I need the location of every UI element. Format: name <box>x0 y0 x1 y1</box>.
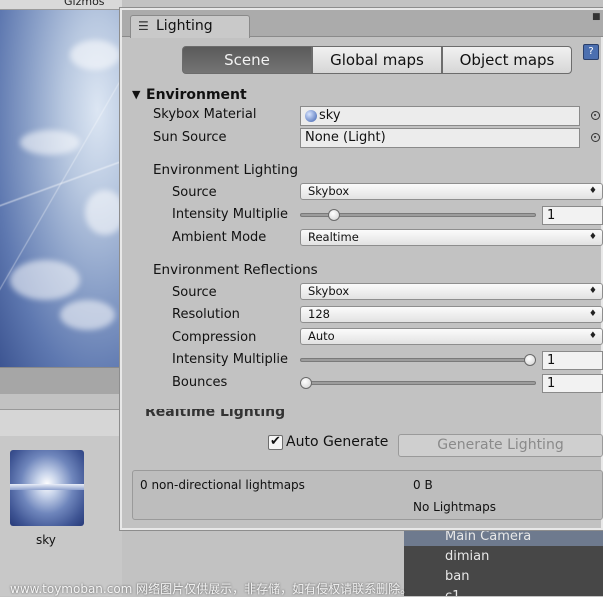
lightmap-size-text: 0 B <box>413 478 433 492</box>
scene-view[interactable] <box>0 0 122 367</box>
auto-generate-label: Auto Generate <box>286 434 389 450</box>
hierarchy-item-main-camera[interactable]: Main Camera <box>445 529 531 544</box>
bounces-label: Bounces <box>172 375 228 390</box>
lighting-tab-icon: ☰ <box>138 19 149 33</box>
hierarchy-item-dimian[interactable]: dimian <box>445 549 489 564</box>
object-picker-icon[interactable] <box>591 111 600 120</box>
environment-reflections-header: Environment Reflections <box>153 262 318 278</box>
asset-label: sky <box>36 533 56 547</box>
lightmap-count-text: 0 non-directional lightmaps <box>140 478 305 492</box>
resolution-label: Resolution <box>172 307 240 322</box>
material-sphere-icon <box>305 110 317 122</box>
reflection-source-label: Source <box>172 285 217 300</box>
ambient-mode-label: Ambient Mode <box>172 230 267 245</box>
hierarchy-item-ban[interactable]: ban <box>445 569 469 584</box>
environment-header[interactable]: Environment <box>146 87 247 103</box>
sky-asset-thumbnail[interactable] <box>10 450 84 526</box>
lighting-source-label: Source <box>172 185 217 200</box>
lighting-intensity-field[interactable]: 1 <box>542 206 603 225</box>
resolution-dropdown[interactable]: 128 ♦ <box>300 306 603 323</box>
skybox-material-label: Skybox Material <box>153 107 257 122</box>
project-tab-bar <box>0 409 122 437</box>
object-picker-icon[interactable] <box>591 133 600 142</box>
lighting-intensity-slider-thumb[interactable] <box>328 209 340 221</box>
lightmap-status-text: No Lightmaps <box>413 500 496 514</box>
bounces-field[interactable]: 1 <box>542 374 603 393</box>
generate-lighting-button[interactable]: Generate Lighting <box>398 434 603 457</box>
dropdown-arrow-icon: ♦ <box>588 186 597 196</box>
hierarchy-item-c1[interactable]: c1 <box>445 589 460 596</box>
help-book-icon[interactable]: ? <box>583 44 599 60</box>
gizmos-menu[interactable]: Gizmos <box>64 0 105 8</box>
reflection-source-value: Skybox <box>308 284 350 298</box>
scene-bottom-bar <box>0 367 122 394</box>
compression-value: Auto <box>308 329 335 343</box>
resolution-value: 128 <box>308 307 330 321</box>
tab-scene[interactable]: Scene <box>182 46 312 74</box>
bounces-slider-thumb[interactable] <box>300 377 312 389</box>
reflection-intensity-slider-thumb[interactable] <box>524 354 536 366</box>
compression-dropdown[interactable]: Auto ♦ <box>300 328 603 345</box>
sun-source-label: Sun Source <box>153 130 227 145</box>
ambient-mode-dropdown[interactable]: Realtime ♦ <box>300 229 603 246</box>
watermark-text: www.toymoban.com 网络图片仅供展示，非存储，如有侵权请联系删除。 <box>10 582 413 596</box>
auto-generate-checkbox[interactable]: ✔ <box>268 435 283 450</box>
dropdown-arrow-icon: ♦ <box>588 331 597 341</box>
bounces-slider-track[interactable] <box>300 381 536 385</box>
compression-label: Compression <box>172 330 257 345</box>
reflection-intensity-slider-track[interactable] <box>300 358 536 362</box>
sun-source-field[interactable]: None (Light) <box>300 128 580 148</box>
foldout-triangle-icon[interactable]: ▼ <box>132 88 140 101</box>
dropdown-arrow-icon: ♦ <box>588 286 597 296</box>
dropdown-arrow-icon: ♦ <box>588 309 597 319</box>
reflection-intensity-field[interactable]: 1 <box>542 351 603 370</box>
reflection-source-dropdown[interactable]: Skybox ♦ <box>300 283 603 300</box>
tab-global-maps[interactable]: Global maps <box>312 46 442 74</box>
lighting-source-dropdown[interactable]: Skybox ♦ <box>300 183 603 200</box>
tab-title: Lighting <box>156 18 213 34</box>
tab-object-maps[interactable]: Object maps <box>442 46 572 74</box>
skybox-material-field[interactable]: sky <box>300 106 580 126</box>
dropdown-arrow-icon: ♦ <box>588 232 597 242</box>
window-menu-icon[interactable]: ■ <box>592 12 601 22</box>
reflection-intensity-label: Intensity Multiplie <box>172 352 288 367</box>
lighting-source-value: Skybox <box>308 184 350 198</box>
lighting-intensity-label: Intensity Multiplie <box>172 207 288 222</box>
ambient-mode-value: Realtime <box>308 230 359 244</box>
environment-lighting-header: Environment Lighting <box>153 162 299 178</box>
